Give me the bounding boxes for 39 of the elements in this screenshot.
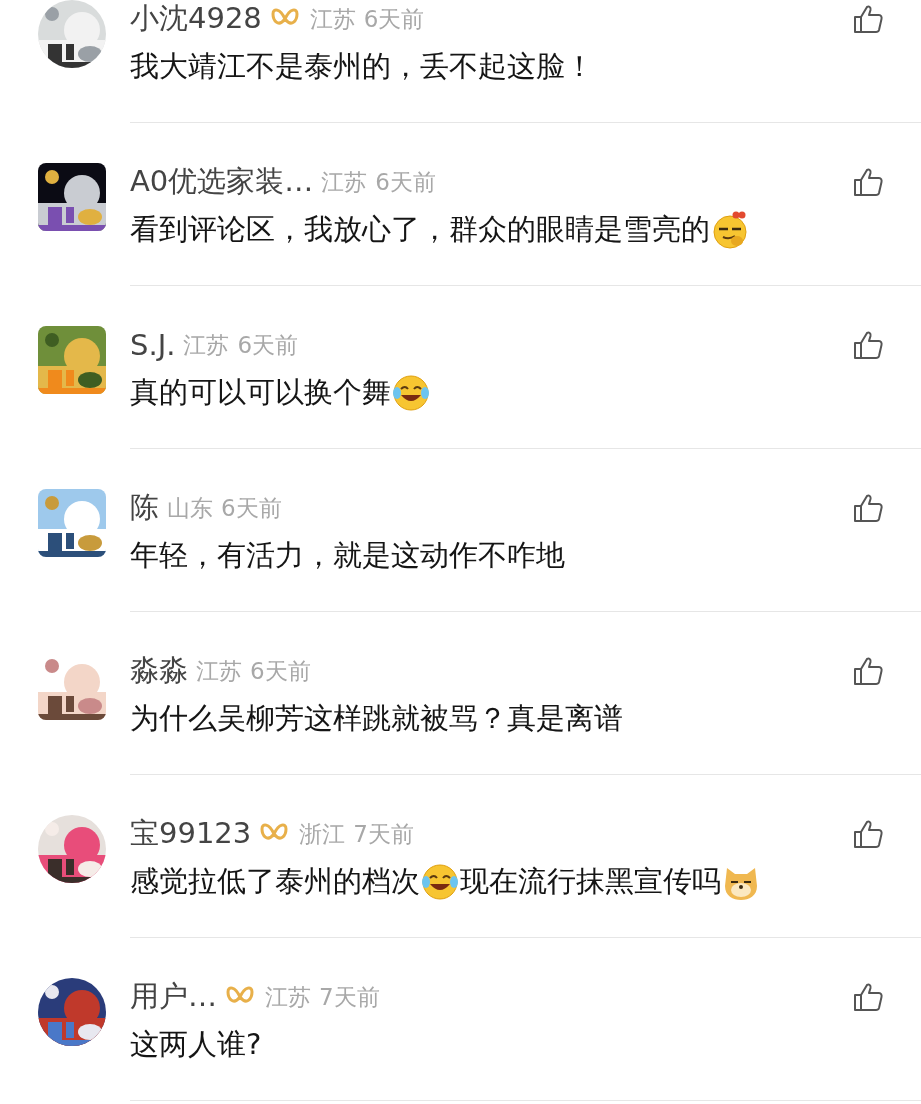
comment-text: 我大靖江不是泰州的，丢不起这脸！ [130, 48, 594, 85]
thumbs-up-icon[interactable] [853, 4, 883, 34]
comment-text: 真的可以可以换个舞 [130, 374, 391, 411]
comment-time: 6天前 [250, 656, 311, 686]
comment-time: 7天前 [353, 819, 414, 849]
comment-text: 年轻，有活力，就是这动作不咋地 [130, 537, 565, 574]
comment-region: 浙江 [299, 819, 346, 849]
user-name[interactable]: 小沈4928 [130, 0, 262, 39]
comment-text: 这两人谁? [130, 1026, 262, 1063]
comment-time: 6天前 [363, 4, 425, 34]
thumbs-up-icon[interactable] [853, 330, 883, 360]
user-name[interactable]: 宝99123 [130, 814, 252, 854]
laughing-emoji-icon [391, 373, 431, 413]
thumbs-up-icon[interactable] [853, 167, 883, 197]
comment-region: 江苏 [196, 656, 242, 686]
smirking-emoji-icon [710, 210, 750, 250]
comment-time: 6天前 [237, 330, 299, 360]
thumbs-up-icon[interactable] [853, 656, 883, 686]
comment-time: 6天前 [375, 167, 436, 197]
thumbs-up-icon[interactable] [853, 493, 883, 523]
comment-time: 7天前 [319, 982, 380, 1012]
comment-text: 看到评论区，我放心了，群众的眼睛是雪亮的 [130, 211, 710, 248]
comment-region: 江苏 [309, 4, 356, 34]
thumbs-up-icon[interactable] [853, 819, 883, 849]
comment-text: 现在流行抹黑宣传吗 [460, 863, 721, 900]
laughing-emoji-icon [420, 862, 460, 902]
comment-region: 江苏 [321, 167, 368, 197]
comment-region: 山东 [167, 493, 213, 523]
user-name[interactable]: 用户… [130, 977, 217, 1017]
user-name[interactable]: A0优选家装… [130, 162, 314, 202]
user-name[interactable]: S.J. [130, 328, 176, 362]
user-name[interactable]: 淼淼 [130, 651, 188, 691]
comment-text: 感觉拉低了泰州的档次 [130, 863, 420, 900]
comment-time: 6天前 [221, 493, 282, 523]
user-name[interactable]: 陈 [130, 488, 159, 528]
thumbs-up-icon[interactable] [853, 982, 883, 1012]
comment-text: 为什么吴柳芳这样跳就被骂？真是离谱 [130, 700, 623, 737]
comment-region: 江苏 [183, 330, 230, 360]
comment-region: 江苏 [265, 982, 311, 1012]
